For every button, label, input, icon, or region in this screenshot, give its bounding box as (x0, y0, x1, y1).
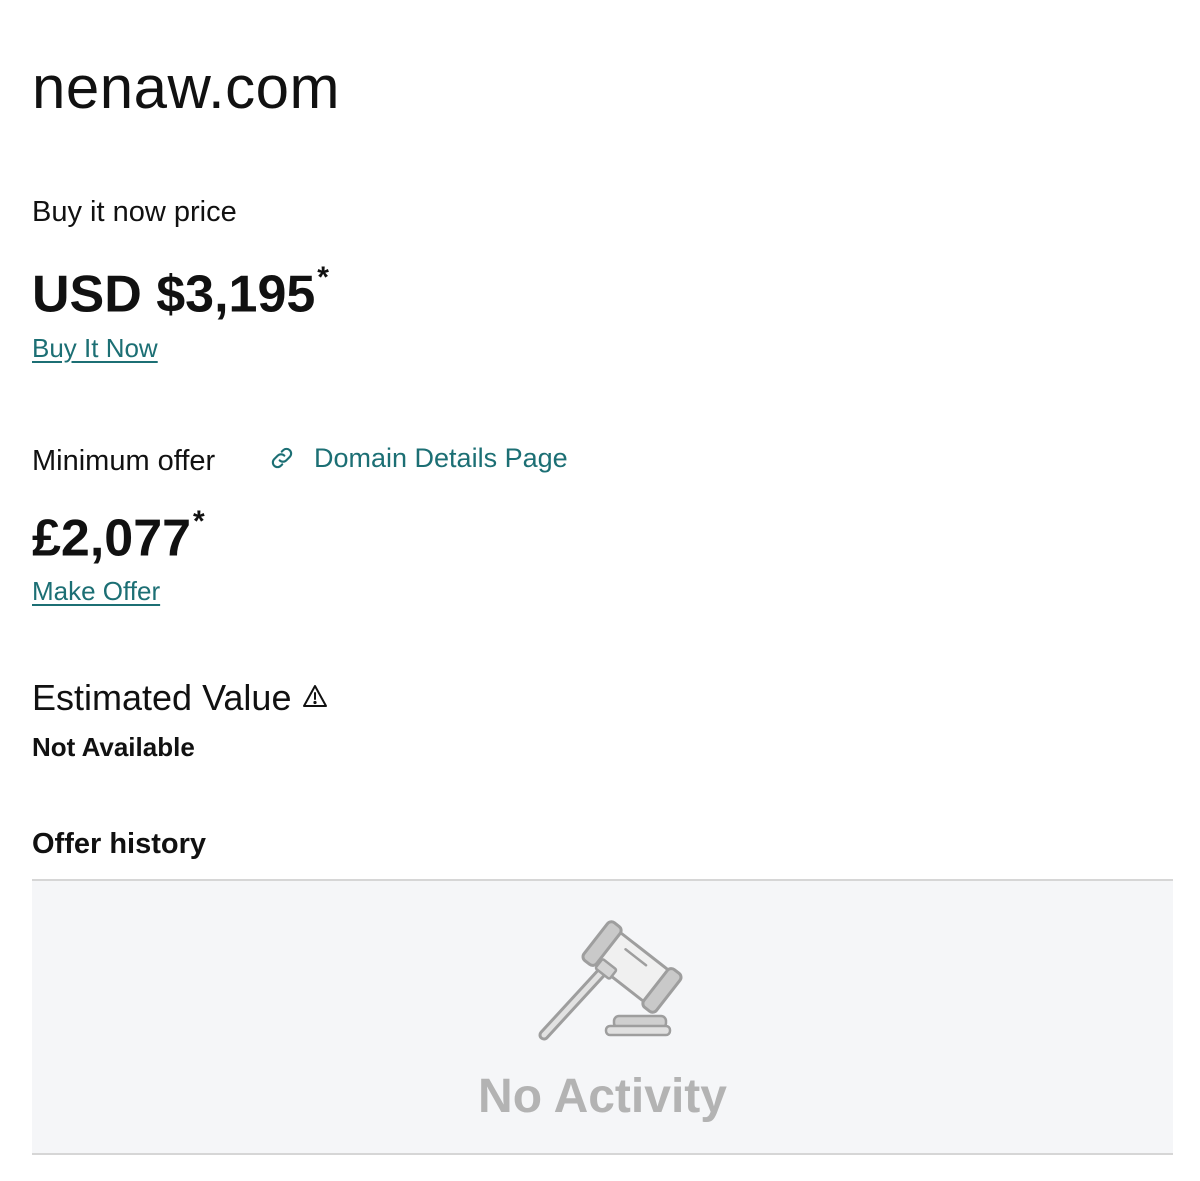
link-icon (268, 444, 296, 472)
estimated-value-text: Not Available (32, 732, 195, 762)
gavel-icon (532, 905, 712, 1050)
domain-details-page-link[interactable]: Domain Details Page (268, 440, 568, 476)
estimated-value-title: Estimated Value (32, 677, 292, 718)
warning-icon[interactable] (301, 683, 329, 714)
no-activity-text: No Activity (478, 1070, 727, 1123)
minimum-offer-price-asterisk: * (193, 505, 205, 538)
minimum-offer-label: Minimum offer (32, 445, 216, 477)
make-offer-link[interactable]: Make Offer (32, 575, 160, 607)
buy-now-price-label: Buy it now price (32, 196, 237, 228)
buy-it-now-link[interactable]: Buy It Now (32, 332, 158, 364)
domain-listing-page: nenaw.com Buy it now price USD $3,195* B… (0, 0, 1200, 1181)
buy-now-price-value: USD $3,195 (32, 265, 316, 324)
buy-now-price-asterisk: * (317, 261, 329, 294)
minimum-offer-price-value: £2,077 (32, 509, 192, 568)
domain-name-title: nenaw.com (32, 54, 341, 121)
buy-now-price: USD $3,195* (32, 254, 329, 324)
offer-history-panel: No Activity (32, 879, 1173, 1155)
offer-history-title: Offer history (32, 828, 207, 860)
domain-details-page-label: Domain Details Page (314, 443, 568, 473)
minimum-offer-price: £2,077* (32, 498, 205, 568)
estimated-value-header: Estimated Value (32, 676, 329, 720)
